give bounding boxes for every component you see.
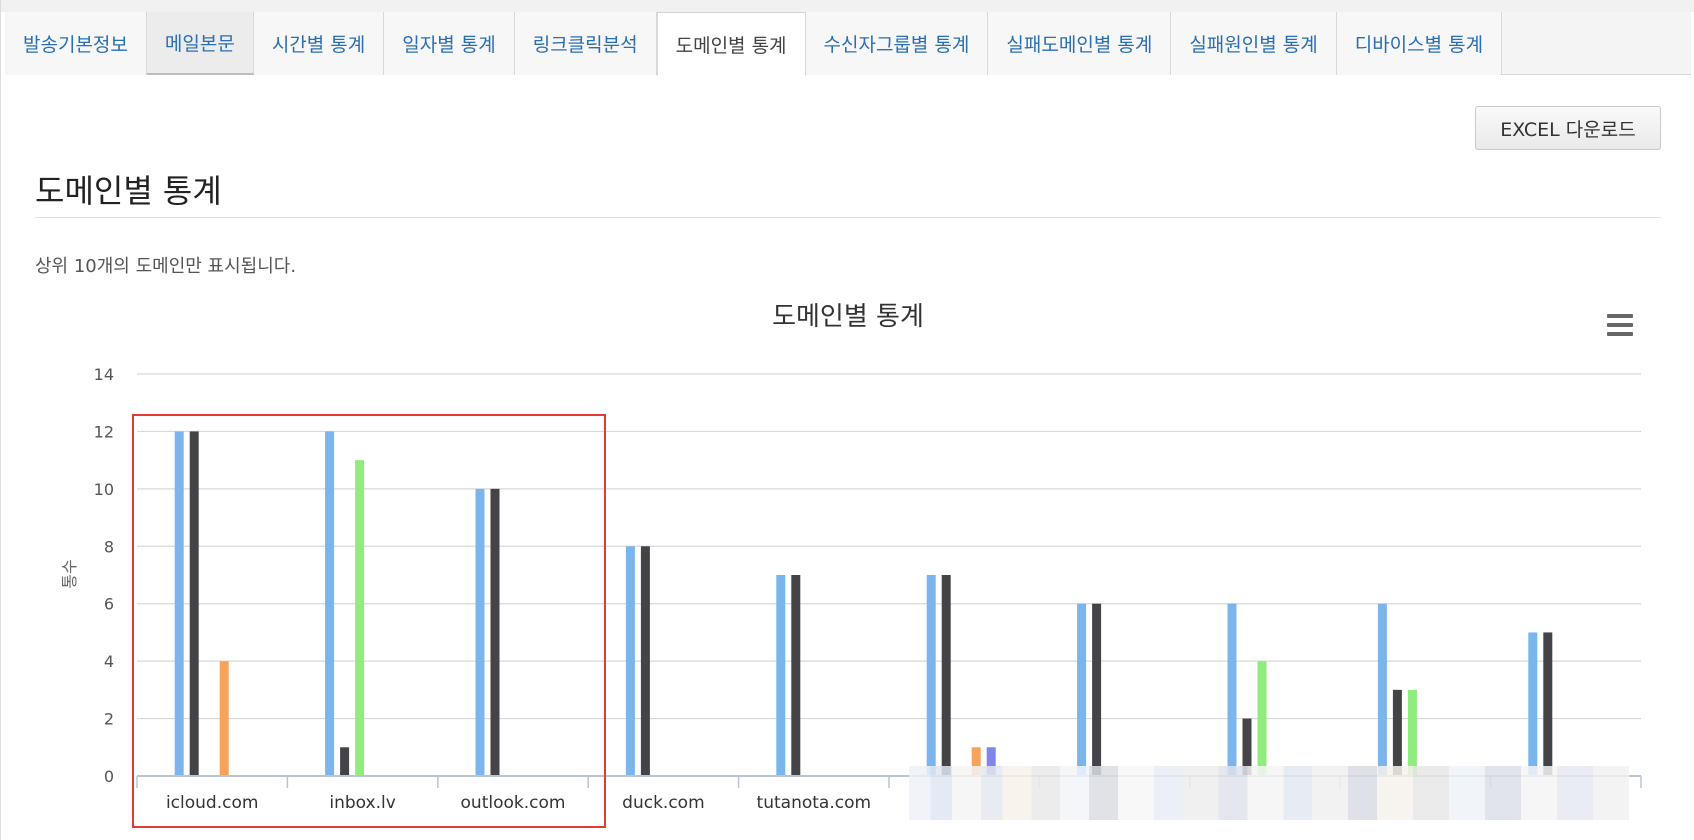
bar-s1-c4[interactable] [791, 575, 801, 776]
tab-hourly-stats[interactable]: 시간별 통계 [253, 12, 385, 75]
bar-s1-c9[interactable] [1543, 632, 1553, 776]
bar-s0-c0[interactable] [174, 431, 184, 776]
excel-download-button[interactable]: EXCEL 다운로드 [1475, 106, 1661, 150]
bar-s1-c5[interactable] [941, 575, 951, 776]
chart-y-axis-label: 통수 [60, 559, 79, 588]
top-domains-notice: 상위 10개의 도메인만 표시됩니다. [35, 256, 297, 277]
x-tick-label-4: tutanota.com [757, 793, 872, 813]
page: 발송기본정보 메일본문 시간별 통계 일자별 통계 링크클릭분석 도메인별 통계… [0, 0, 1694, 840]
y-tick-label-6: 12 [94, 422, 114, 441]
redacted-labels [909, 766, 1629, 820]
bar-s1-c0[interactable] [189, 431, 199, 776]
x-tick-label-0: icloud.com [166, 793, 258, 813]
bar-s0-c7[interactable] [1227, 603, 1237, 776]
bar-s2-c1[interactable] [355, 460, 365, 776]
chart-title: 도메인별 통계 [772, 302, 924, 332]
tab-mail-body[interactable]: 메일본문 [146, 12, 254, 75]
domain-stats-chart: 도메인별 통계 통수 0 2 4 6 8 10 12 14 icloud.com inbox.l… [60, 302, 1642, 813]
chart-menu-icon[interactable] [1607, 314, 1633, 336]
tab-daily-stats[interactable]: 일자별 통계 [384, 12, 515, 75]
y-tick-label-3: 6 [104, 595, 114, 614]
y-tick-label-1: 2 [104, 710, 114, 729]
bar-s0-c6[interactable] [1077, 603, 1087, 776]
y-tick-label-5: 10 [94, 480, 114, 499]
bar-s1-c2[interactable] [490, 488, 500, 776]
tab-bar: 발송기본정보 메일본문 시간별 통계 일자별 통계 링크클릭분석 도메인별 통계… [5, 12, 1691, 76]
tab-failed-domain-stats[interactable]: 실패도메인별 통계 [988, 12, 1172, 75]
top-strip [1, 0, 1694, 12]
x-tick-label-3: duck.com [622, 793, 704, 813]
section-divider [35, 217, 1661, 218]
x-tick-label-1: inbox.lv [329, 793, 395, 813]
bar-s1-c3[interactable] [640, 546, 650, 776]
tab-send-info[interactable]: 발송기본정보 [5, 12, 147, 75]
bar-s0-c4[interactable] [776, 575, 786, 776]
y-tick-label-4: 8 [104, 537, 114, 556]
bar-s0-c1[interactable] [325, 431, 335, 776]
y-tick-label-7: 14 [94, 365, 114, 384]
bar-s2-c7[interactable] [1257, 661, 1267, 776]
bar-s1-c6[interactable] [1092, 603, 1102, 776]
bar-s1-c1[interactable] [340, 747, 350, 776]
bar-s1-c8[interactable] [1392, 689, 1402, 776]
section-title: 도메인별 통계 [35, 172, 222, 210]
y-tick-label-0: 0 [104, 767, 114, 786]
tab-failure-cause-stats[interactable]: 실패원인별 통계 [1171, 12, 1337, 75]
y-tick-label-2: 4 [104, 652, 114, 671]
bar-s0-c5[interactable] [926, 575, 936, 776]
bar-s2-c8[interactable] [1407, 689, 1417, 776]
bar-s0-c9[interactable] [1528, 632, 1538, 776]
tab-device-stats[interactable]: 디바이스별 통계 [1336, 12, 1503, 75]
tab-domain-stats[interactable]: 도메인별 통계 [656, 12, 806, 76]
x-tick-label-2: outlook.com [461, 793, 566, 813]
tab-recipient-group-stats[interactable]: 수신자그룹별 통계 [805, 12, 989, 75]
tab-link-click[interactable]: 링크클릭분석 [514, 12, 657, 75]
bar-s0-c8[interactable] [1377, 603, 1387, 776]
bar-s0-c3[interactable] [625, 546, 635, 776]
bar-s3-c0[interactable] [219, 661, 229, 776]
bar-s0-c2[interactable] [475, 488, 485, 776]
